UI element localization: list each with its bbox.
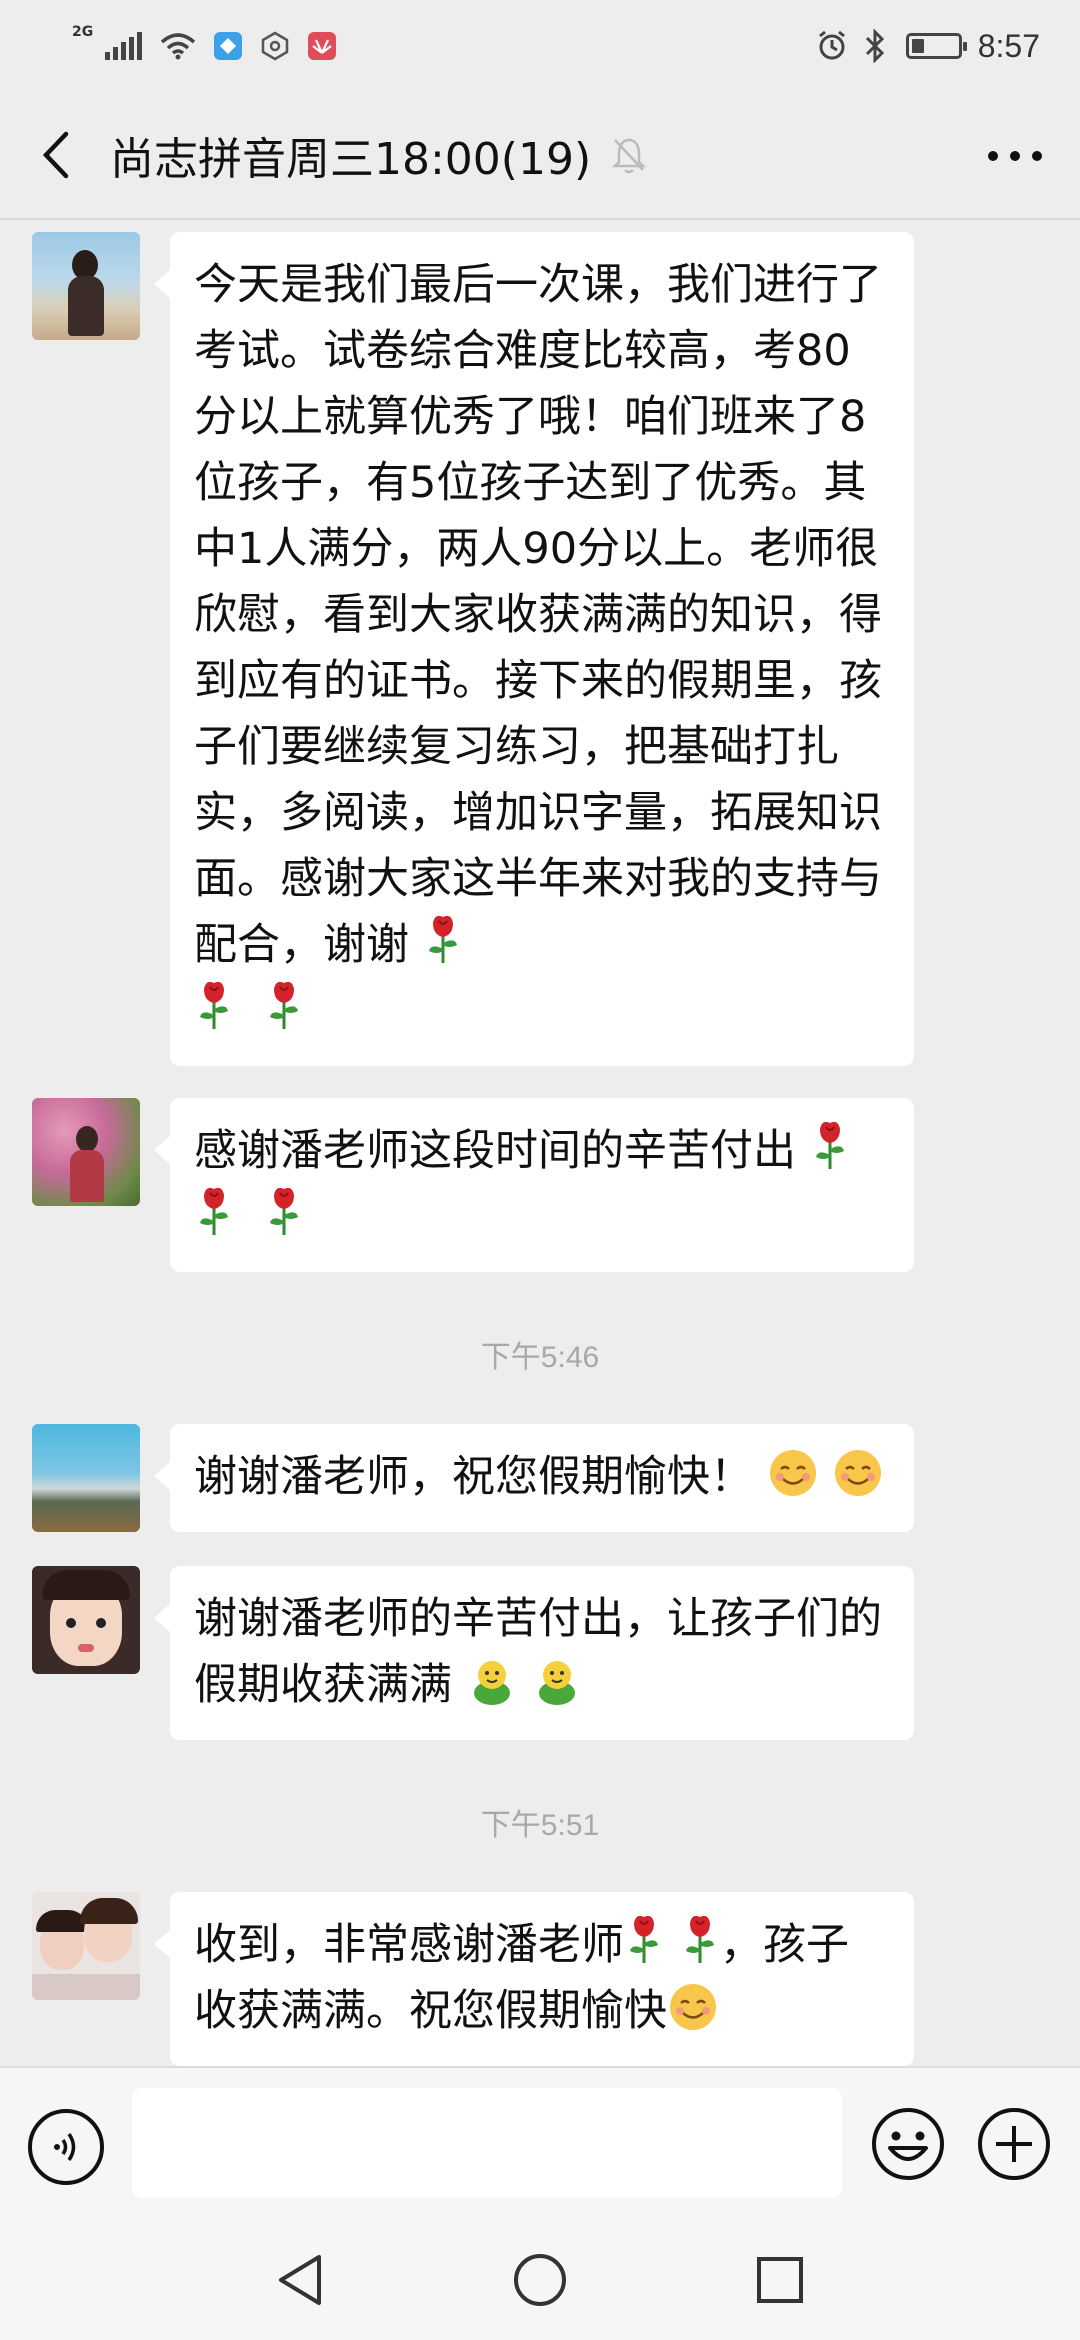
smiling-face-emoji-icon xyxy=(670,1984,716,2030)
emoji-button[interactable] xyxy=(870,2106,946,2182)
voice-input-button[interactable] xyxy=(28,2109,104,2185)
message-text: 今天是我们最后一次课，我们进行了考试。试卷综合难度比较高，考80分以上就算优秀了… xyxy=(194,260,882,970)
bluetooth-icon xyxy=(865,29,884,63)
message-item: 感谢潘老师这段时间的辛苦付出 xyxy=(32,1098,914,1272)
huawei-app-icon xyxy=(308,32,337,60)
status-left: 2G xyxy=(72,25,337,61)
app-notification-icon xyxy=(214,32,243,60)
input-bar xyxy=(0,2066,1080,2222)
message-bubble[interactable]: 今天是我们最后一次课，我们进行了考试。试卷综合难度比较高，考80分以上就算优秀了… xyxy=(154,232,914,1066)
chevron-left-icon xyxy=(42,131,69,179)
message-list[interactable]: 今天是我们最后一次课，我们进行了考试。试卷综合难度比较高，考80分以上就算优秀了… xyxy=(0,222,1080,2066)
rose-emoji-icon xyxy=(686,1915,714,1963)
alarm-icon xyxy=(818,30,845,60)
wifi-icon xyxy=(161,33,196,60)
more-functions-button[interactable] xyxy=(976,2106,1052,2182)
hexagon-app-icon xyxy=(261,31,289,61)
mute-bell-icon xyxy=(609,135,649,175)
avatar[interactable] xyxy=(32,1566,140,1674)
rose-emoji-icon xyxy=(428,915,457,963)
rose-emoji-icon xyxy=(630,1915,658,1963)
ellipsis-icon xyxy=(988,151,1042,161)
message-item: 谢谢潘老师的辛苦付出，让孩子们的假期收获满满 xyxy=(32,1566,914,1740)
battery-icon xyxy=(905,33,967,59)
timestamp-label: 下午5:46 xyxy=(480,1341,600,1374)
message-bubble[interactable]: 谢谢潘老师，祝您假期愉快！ xyxy=(154,1424,914,1532)
chat-title: 尚志拼音周三18:00(19) xyxy=(110,134,592,185)
more-options-button[interactable] xyxy=(980,126,1050,186)
system-navigation-bar xyxy=(0,2222,1080,2340)
circle-home-icon xyxy=(514,2254,566,2306)
voice-icon xyxy=(54,2133,76,2161)
message-item: 收到，非常感谢潘老师 ，孩子收获满满。祝您假期愉快 xyxy=(32,1892,914,2066)
nav-recents-button[interactable] xyxy=(750,2250,810,2310)
avatar[interactable] xyxy=(32,232,140,340)
green-figure-emoji-icon xyxy=(473,1661,510,1705)
square-recents-icon xyxy=(757,2257,803,2303)
message-text: 谢谢潘老师，祝您假期愉快！ xyxy=(194,1452,753,1502)
message-item: 今天是我们最后一次课，我们进行了考试。试卷综合难度比较高，考80分以上就算优秀了… xyxy=(32,232,914,1066)
message-bubble[interactable]: 谢谢潘老师的辛苦付出，让孩子们的假期收获满满 xyxy=(154,1566,914,1740)
green-figure-emoji-icon xyxy=(539,1661,576,1705)
message-text: 感谢潘老师这段时间的辛苦付出 xyxy=(194,1126,796,1176)
avatar[interactable] xyxy=(32,1892,140,2000)
message-input[interactable] xyxy=(132,2088,842,2198)
chat-header: 尚志拼音周三18:00(19) xyxy=(0,92,1080,220)
rose-emoji-icon xyxy=(269,981,298,1029)
smiley-face-icon xyxy=(872,2108,944,2180)
nav-home-button[interactable] xyxy=(510,2250,570,2310)
network-type-label: 2G xyxy=(72,24,94,40)
message-item: 谢谢潘老师，祝您假期愉快！ xyxy=(32,1424,914,1532)
rose-emoji-icon xyxy=(815,1121,844,1169)
message-bubble[interactable]: 感谢潘老师这段时间的辛苦付出 xyxy=(154,1098,914,1272)
message-bubble[interactable]: 收到，非常感谢潘老师 ，孩子收获满满。祝您假期愉快 xyxy=(154,1892,914,2066)
avatar[interactable] xyxy=(32,1098,140,1206)
rose-emoji-icon xyxy=(269,1187,298,1235)
timestamp-label: 下午5:51 xyxy=(480,1809,600,1842)
rose-emoji-icon xyxy=(200,981,228,1029)
triangle-back-icon xyxy=(279,2255,321,2305)
smiling-face-emoji-icon xyxy=(769,1450,816,1496)
cell-signal-icon xyxy=(105,32,143,60)
smiling-face-emoji-icon xyxy=(835,1450,882,1496)
back-button[interactable] xyxy=(10,91,100,219)
status-right: 8:57 xyxy=(816,28,1040,65)
plus-circle-icon xyxy=(978,2108,1050,2180)
message-text: 收到，非常感谢潘老师 xyxy=(194,1920,624,1970)
status-bar: 2G 8:57 xyxy=(0,0,1080,92)
rose-emoji-icon xyxy=(200,1187,228,1235)
clock-time: 8:57 xyxy=(977,27,1040,64)
nav-back-button[interactable] xyxy=(270,2250,330,2310)
avatar[interactable] xyxy=(32,1424,140,1532)
